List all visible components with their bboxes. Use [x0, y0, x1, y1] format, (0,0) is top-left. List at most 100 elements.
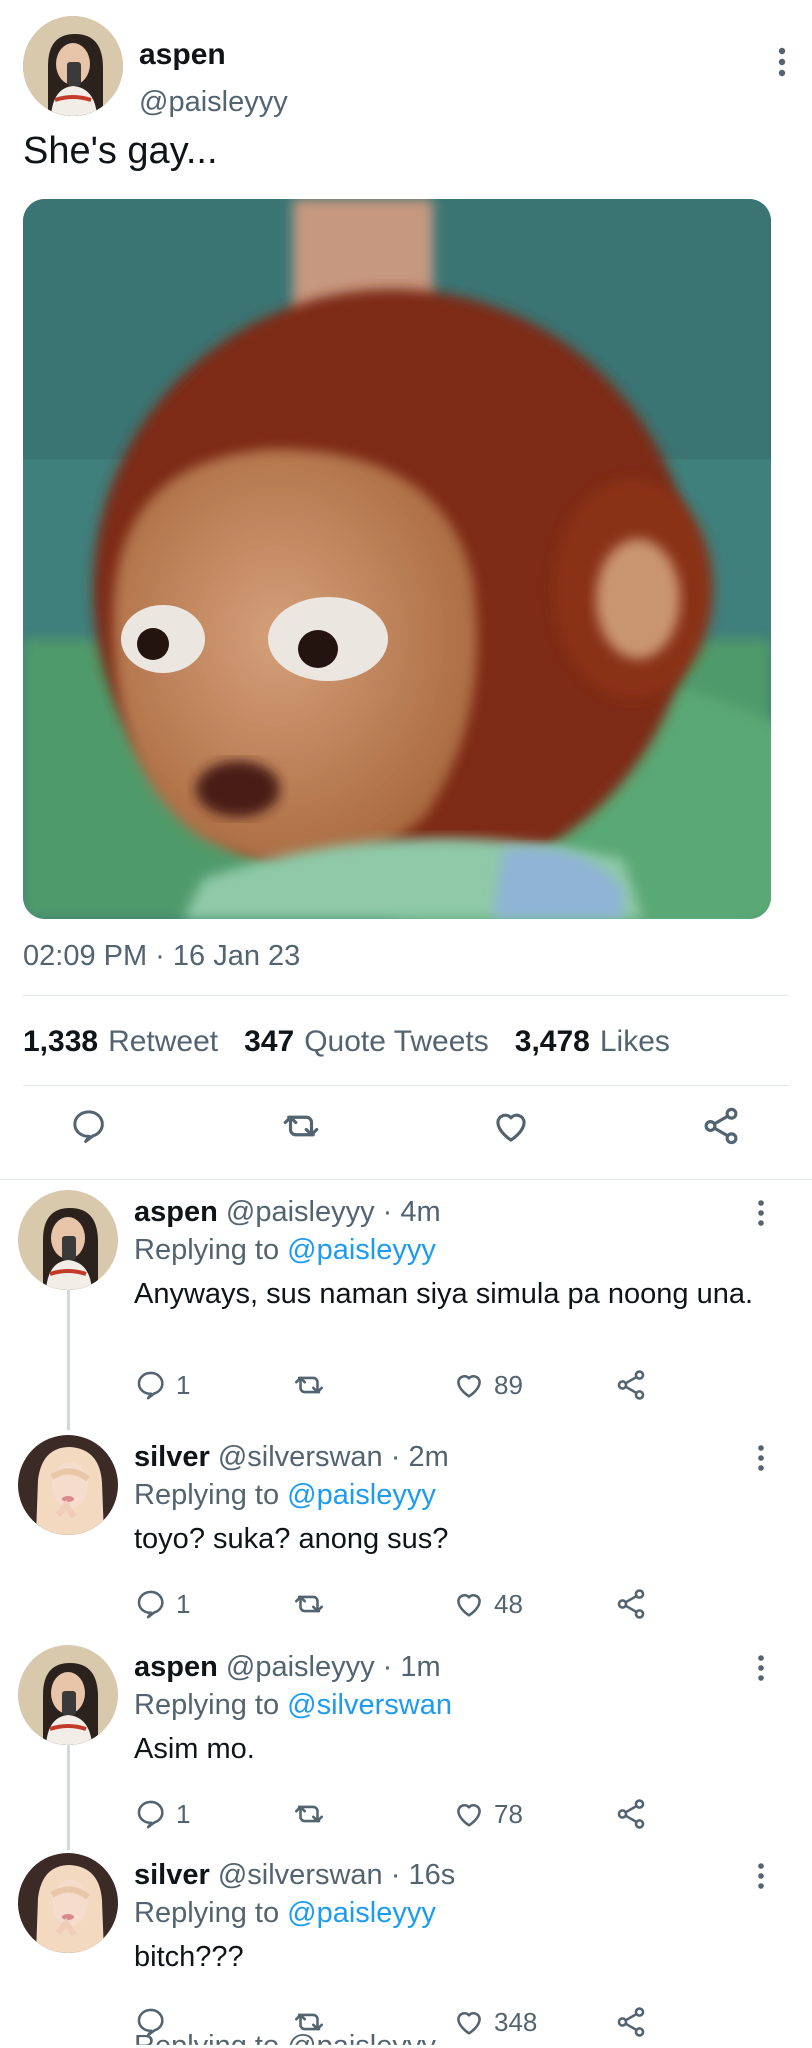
replying-to: Replying to @paisleyyy	[134, 1479, 436, 1512]
reply-author-handle[interactable]: @paisleyyy	[226, 1196, 375, 1228]
reply-time: · 2m	[390, 1441, 449, 1473]
share-icon	[614, 1587, 648, 1621]
reply-author-handle[interactable]: @silverswan	[218, 1441, 383, 1473]
replying-to-handle[interactable]: @paisleyyy	[287, 1479, 436, 1511]
reply-author-handle[interactable]: @paisleyyy	[226, 1651, 375, 1683]
quotes-count: 347	[244, 1025, 295, 1058]
replying-to: Replying to @silverswan	[134, 1689, 452, 1722]
reply-text: bitch???	[134, 1941, 244, 1973]
author-avatar[interactable]	[23, 16, 123, 116]
reply-text: toyo? suka? anong sus?	[134, 1523, 449, 1555]
author-name[interactable]: aspen	[139, 38, 226, 72]
replying-to-handle[interactable]: @paisleyyy	[287, 1897, 436, 1929]
section-divider	[0, 1179, 812, 1180]
reply-count: 1	[176, 1798, 191, 1829]
replying-to-handle[interactable]: @silverswan	[287, 1689, 452, 1721]
reply-header: aspen @paisleyyy · 1m	[134, 1651, 441, 1684]
tweet-stats: 1,338 Retweet 347 Quote Tweets 3,478 Lik…	[23, 1025, 670, 1059]
retweets-stat[interactable]: 1,338 Retweet	[23, 1025, 218, 1059]
share-icon	[614, 2005, 648, 2039]
reply-actions: 1 89	[134, 1368, 774, 1408]
replying-to-label: Replying to	[134, 1897, 280, 1929]
heart-icon	[452, 1368, 486, 1402]
like-count: 348	[494, 2006, 538, 2037]
reply-actions: 1 78	[134, 1797, 774, 1837]
reply-author-name[interactable]: aspen	[134, 1196, 218, 1228]
tweet-header: aspen @paisleyyy	[23, 16, 793, 119]
share-button[interactable]	[614, 1368, 648, 1402]
reply-author-handle[interactable]: @silverswan	[218, 1859, 383, 1891]
replying-to-label: Replying to	[134, 1234, 280, 1266]
share-icon	[614, 1368, 648, 1402]
reply-time: · 16s	[390, 1859, 456, 1891]
tweet-media-image[interactable]	[23, 199, 771, 919]
reply-icon[interactable]	[63, 1100, 115, 1152]
divider	[23, 995, 789, 996]
retweet-icon	[292, 1368, 326, 1402]
reply-header: aspen @paisleyyy · 4m	[134, 1196, 441, 1229]
more-options-icon[interactable]	[754, 1198, 768, 1228]
retweet-button[interactable]	[292, 1368, 326, 1402]
reply-avatar[interactable]	[18, 1853, 118, 1953]
share-icon	[614, 1797, 648, 1831]
more-options-icon[interactable]	[754, 1653, 768, 1683]
like-button[interactable]: 78	[452, 1797, 523, 1831]
reply-time: · 4m	[382, 1196, 441, 1228]
reply-icon	[134, 1797, 168, 1831]
like-count: 78	[494, 1798, 523, 1829]
like-button[interactable]: 348	[452, 2005, 537, 2039]
share-button[interactable]	[614, 1797, 648, 1831]
quotes-label: Quote Tweets	[304, 1025, 489, 1058]
heart-icon	[452, 1797, 486, 1831]
quotes-stat[interactable]: 347 Quote Tweets	[244, 1025, 489, 1059]
reply-author-name[interactable]: silver	[134, 1441, 210, 1473]
more-options-icon[interactable]	[754, 1443, 768, 1473]
reply-icon	[134, 1368, 168, 1402]
reply-author-name[interactable]: aspen	[134, 1651, 218, 1683]
retweets-count: 1,338	[23, 1025, 99, 1058]
reply-avatar[interactable]	[18, 1435, 118, 1535]
replying-to: Replying to @paisleyyy	[134, 1897, 436, 1930]
replying-to-handle[interactable]: @paisleyyy	[287, 1234, 436, 1266]
tweet-timestamp[interactable]: 02:09 PM · 16 Jan 23	[23, 940, 300, 973]
retweet-button[interactable]	[292, 1797, 326, 1831]
reply-text: Asim mo.	[134, 1733, 255, 1765]
reply-avatar[interactable]	[18, 1645, 118, 1745]
like-button[interactable]: 48	[452, 1587, 523, 1621]
avatar-aspen-image	[23, 16, 123, 116]
tweet-actions	[0, 1100, 812, 1166]
heart-icon	[452, 1587, 486, 1621]
retweet-icon	[292, 1587, 326, 1621]
reply-header: silver @silverswan · 2m	[134, 1441, 449, 1474]
likes-count: 3,478	[514, 1025, 590, 1058]
reply-author-name[interactable]: silver	[134, 1859, 210, 1891]
likes-label: Likes	[599, 1025, 670, 1058]
reply-button[interactable]: 1	[134, 1368, 190, 1402]
share-button[interactable]	[614, 1587, 648, 1621]
thread-line	[67, 1740, 70, 1850]
like-button[interactable]: 89	[452, 1368, 523, 1402]
reply-button[interactable]: 1	[134, 1587, 190, 1621]
retweet-button[interactable]	[292, 1587, 326, 1621]
author-handle[interactable]: @paisleyyy	[139, 86, 288, 119]
reply-count: 1	[176, 1369, 191, 1400]
reply-actions: 1 48	[134, 1587, 774, 1627]
like-icon[interactable]	[485, 1100, 537, 1152]
share-button[interactable]	[614, 2005, 648, 2039]
retweets-label: Retweet	[108, 1025, 219, 1058]
heart-icon	[452, 2005, 486, 2039]
more-options-icon[interactable]	[754, 1861, 768, 1891]
like-count: 89	[494, 1369, 523, 1400]
reply-text: Anyways, sus naman siya simula pa noong …	[134, 1278, 754, 1310]
reply-icon	[134, 1587, 168, 1621]
more-options-icon[interactable]	[771, 42, 793, 82]
like-count: 48	[494, 1588, 523, 1619]
reply-count: 1	[176, 1588, 191, 1619]
tweet-text: She's gay...	[23, 130, 218, 172]
retweet-icon[interactable]	[275, 1100, 327, 1152]
reply-button[interactable]: 1	[134, 1797, 190, 1831]
likes-stat[interactable]: 3,478 Likes	[515, 1025, 670, 1059]
reply-avatar[interactable]	[18, 1190, 118, 1290]
share-icon[interactable]	[695, 1100, 747, 1152]
retweet-icon	[292, 1797, 326, 1831]
